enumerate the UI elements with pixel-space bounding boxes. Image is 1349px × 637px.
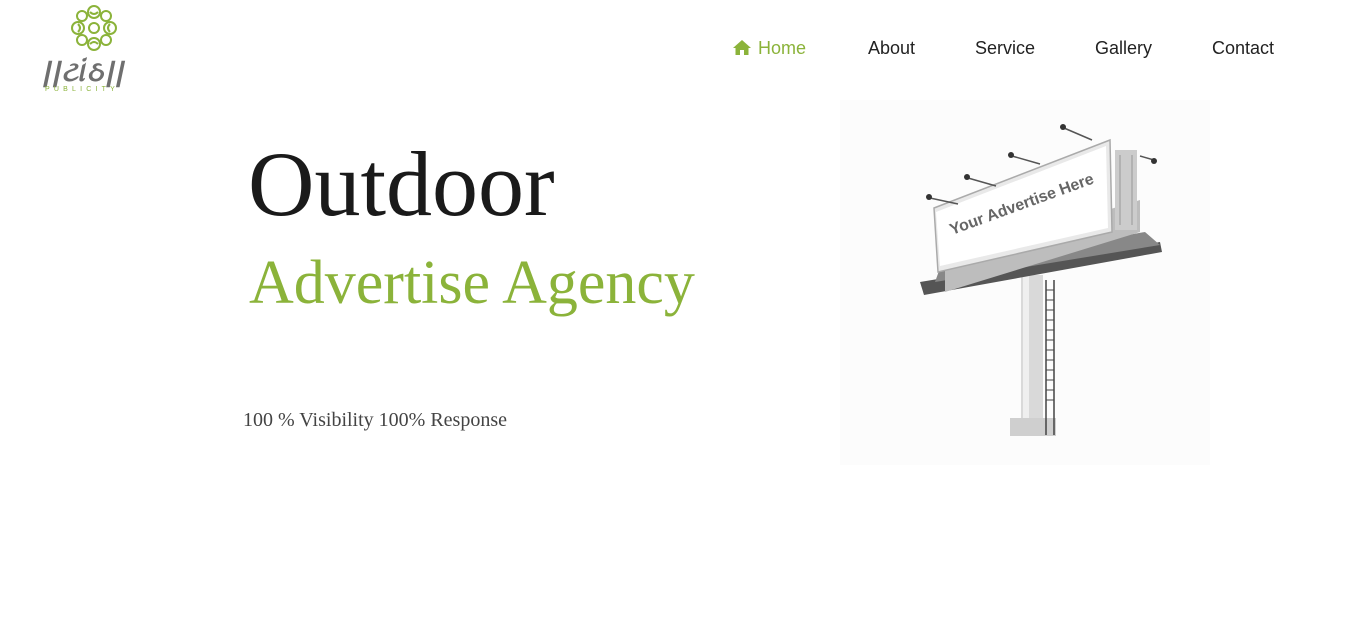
nav-about[interactable]: About: [868, 36, 915, 60]
nav-gallery[interactable]: Gallery: [1095, 36, 1152, 60]
nav-home-label: Home: [758, 38, 807, 58]
nav-contact[interactable]: Contact: [1212, 36, 1274, 60]
main-nav: Home About Service Gallery Contact: [0, 36, 1349, 60]
hero-subtitle: Advertise Agency: [249, 249, 695, 317]
logo-subtitle: PUBLICITY: [45, 86, 119, 93]
billboard-image: Your Advertise Here: [840, 100, 1210, 465]
home-icon: [733, 40, 751, 55]
hero-tagline: 100 % Visibility 100% Response: [243, 409, 507, 431]
nav-service[interactable]: Service: [975, 36, 1035, 60]
nav-home[interactable]: Home: [732, 36, 806, 60]
logo-wordmark: ||ટાંઠ||: [40, 56, 131, 87]
hero-title: Outdoor: [248, 133, 555, 235]
